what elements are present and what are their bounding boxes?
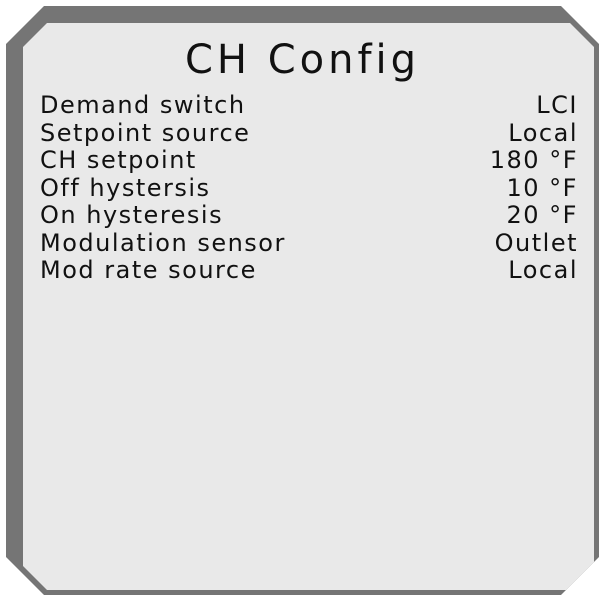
setting-row-modulation-sensor[interactable]: Modulation sensor Outlet — [40, 228, 578, 258]
setting-label: On hysteresis — [40, 201, 224, 229]
setting-label: Setpoint source — [40, 118, 251, 147]
setting-row-mod-rate-source[interactable]: Mod rate source Local — [40, 256, 578, 285]
setting-row-ch-setpoint[interactable]: CH setpoint 180 °F — [40, 146, 578, 175]
setting-value: 20 °F — [506, 201, 578, 229]
setting-label: Off hystersis — [40, 173, 211, 202]
settings-list: Demand switch LCI Setpoint source Local … — [40, 91, 578, 285]
setting-label: CH setpoint — [40, 146, 197, 174]
setting-label: Modulation sensor — [40, 228, 286, 257]
setting-label: Mod rate source — [40, 256, 257, 284]
page-title: CH Config — [184, 37, 421, 83]
setting-row-on-hysteresis[interactable]: On hysteresis 20 °F — [40, 201, 578, 230]
setting-value: Outlet — [494, 228, 578, 257]
setting-value: 10 °F — [506, 173, 578, 202]
setting-value: LCI — [536, 91, 578, 119]
setting-value: Local — [508, 118, 578, 147]
setting-label: Demand switch — [40, 91, 246, 119]
setting-value: 180 °F — [489, 146, 578, 174]
setting-row-off-hysteresis[interactable]: Off hystersis 10 °F — [40, 173, 578, 203]
setting-row-setpoint-source[interactable]: Setpoint source Local — [40, 118, 578, 148]
setting-value: Local — [508, 256, 578, 284]
setting-row-demand-switch[interactable]: Demand switch LCI — [40, 91, 578, 120]
